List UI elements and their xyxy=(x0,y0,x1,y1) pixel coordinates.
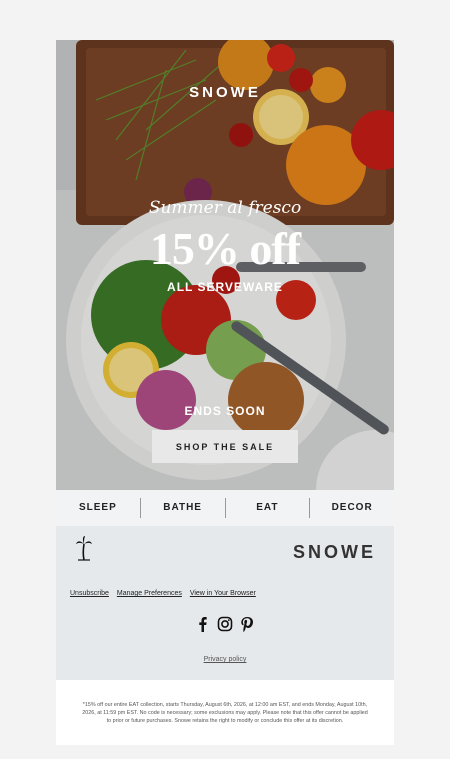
hero-ends-text: ENDS SOON xyxy=(184,404,266,418)
nav-item-eat[interactable]: EAT xyxy=(226,498,311,518)
facebook-icon[interactable] xyxy=(195,616,211,632)
palm-tree-icon xyxy=(76,536,92,561)
manage-preferences-link[interactable]: Manage Preferences xyxy=(117,590,182,597)
category-nav: SLEEP BATHE EAT DECOR xyxy=(56,490,394,526)
footer-links: Unsubscribe Manage Preferences View in Y… xyxy=(70,590,262,597)
view-in-browser-link[interactable]: View in Your Browser xyxy=(190,590,256,597)
unsubscribe-link[interactable]: Unsubscribe xyxy=(70,590,109,597)
nav-item-bathe[interactable]: BATHE xyxy=(141,498,226,518)
nav-item-sleep[interactable]: SLEEP xyxy=(56,498,141,518)
disclaimer-text: *15% off our entire EAT collection, star… xyxy=(82,701,368,724)
hero-headline: 15% off xyxy=(149,223,301,274)
email-container: SNOWE Summer al fresco 15% off ALL SERVE… xyxy=(56,40,394,745)
hero-subheadline: ALL SERVEWARE xyxy=(167,280,283,294)
footer-brand-logo: SNOWE xyxy=(292,542,376,562)
footer: SNOWE Unsubscribe Manage Preferences Vie… xyxy=(56,526,394,680)
disclaimer-section: *15% off our entire EAT collection, star… xyxy=(56,680,394,745)
hero-brand-logo: SNOWE xyxy=(189,84,261,101)
hero-script-heading: Summer al fresco xyxy=(148,198,302,218)
social-links xyxy=(56,616,394,633)
shop-the-sale-button[interactable]: SHOP THE SALE xyxy=(152,430,298,463)
pinterest-icon[interactable] xyxy=(239,616,255,633)
hero-banner[interactable]: SNOWE Summer al fresco 15% off ALL SERVE… xyxy=(56,40,394,490)
nav-item-decor[interactable]: DECOR xyxy=(310,498,394,518)
privacy-policy-link[interactable]: Privacy policy xyxy=(56,656,394,663)
instagram-icon[interactable] xyxy=(217,616,233,632)
